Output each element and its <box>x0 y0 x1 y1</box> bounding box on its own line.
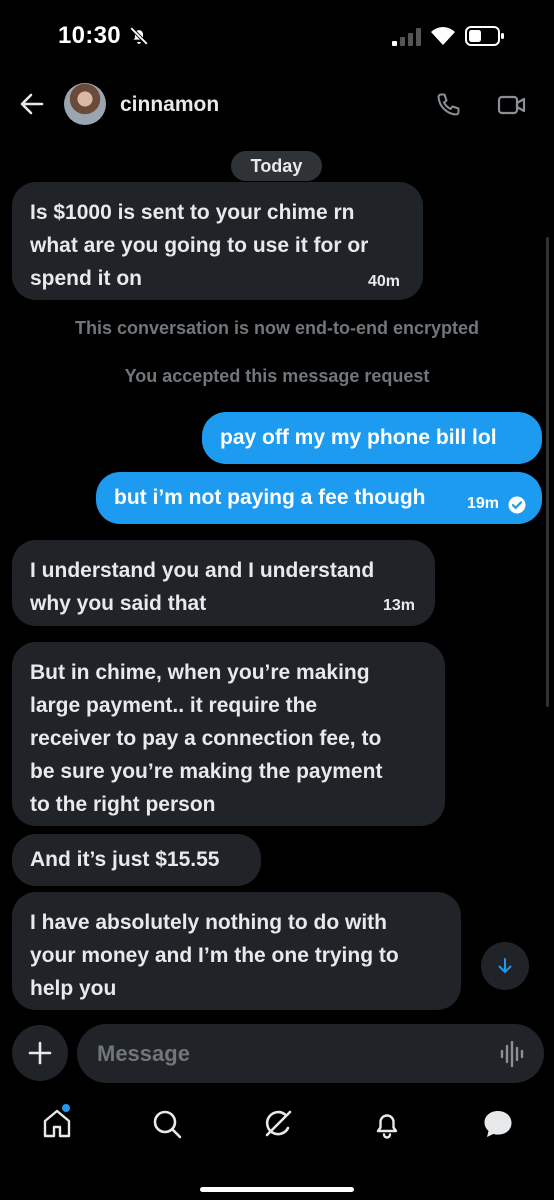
message-bubble-incoming[interactable]: I have absolutely nothing to do with you… <box>12 892 461 1010</box>
message-bubble-incoming[interactable]: I understand you and I understand why yo… <box>12 540 435 626</box>
message-time: 19m <box>467 495 500 512</box>
message-bubble-incoming[interactable]: And it’s just $15.55 <box>12 834 261 886</box>
bell-off-icon <box>129 26 149 46</box>
message-time: 13m <box>383 597 416 614</box>
message-time: 40m <box>368 273 401 290</box>
notification-dot <box>62 1104 70 1112</box>
message-bubble-incoming[interactable]: But in chime, when you’re making large p… <box>12 642 445 826</box>
system-message-request-accepted: You accepted this message request <box>124 366 430 386</box>
grok-icon[interactable] <box>261 1107 295 1141</box>
add-attachment-button[interactable] <box>12 1025 68 1081</box>
date-separator: Today <box>231 151 322 181</box>
phone-icon[interactable] <box>434 91 462 119</box>
voice-waveform-icon[interactable] <box>500 1041 526 1067</box>
wifi-icon <box>431 27 455 45</box>
signal-icon <box>392 28 421 46</box>
arrow-down-icon <box>498 958 512 973</box>
message-composer[interactable] <box>77 1024 544 1083</box>
scroll-to-bottom-button[interactable] <box>481 942 529 990</box>
message-input[interactable] <box>97 1024 477 1083</box>
video-icon[interactable] <box>497 92 527 118</box>
conversation-username[interactable]: cinnamon <box>120 93 219 117</box>
avatar[interactable] <box>64 83 106 125</box>
system-message-encrypted: This conversation is now end-to-end encr… <box>74 318 480 338</box>
home-icon[interactable] <box>40 1107 74 1141</box>
home-indicator <box>200 1187 354 1192</box>
status-time: 10:30 <box>58 22 121 49</box>
notifications-icon[interactable] <box>370 1107 404 1141</box>
message-bubble-incoming[interactable]: Is $1000 is sent to your chime rn what a… <box>12 182 423 300</box>
messages-icon[interactable] <box>481 1107 515 1141</box>
back-arrow-icon[interactable] <box>18 90 46 118</box>
message-bubble-outgoing[interactable]: pay off my my phone bill lol <box>202 412 542 464</box>
search-icon[interactable] <box>150 1107 184 1141</box>
battery-icon <box>465 26 504 46</box>
check-circle-icon <box>508 496 526 514</box>
plus-icon <box>28 1041 52 1065</box>
scrollbar[interactable] <box>546 237 549 707</box>
